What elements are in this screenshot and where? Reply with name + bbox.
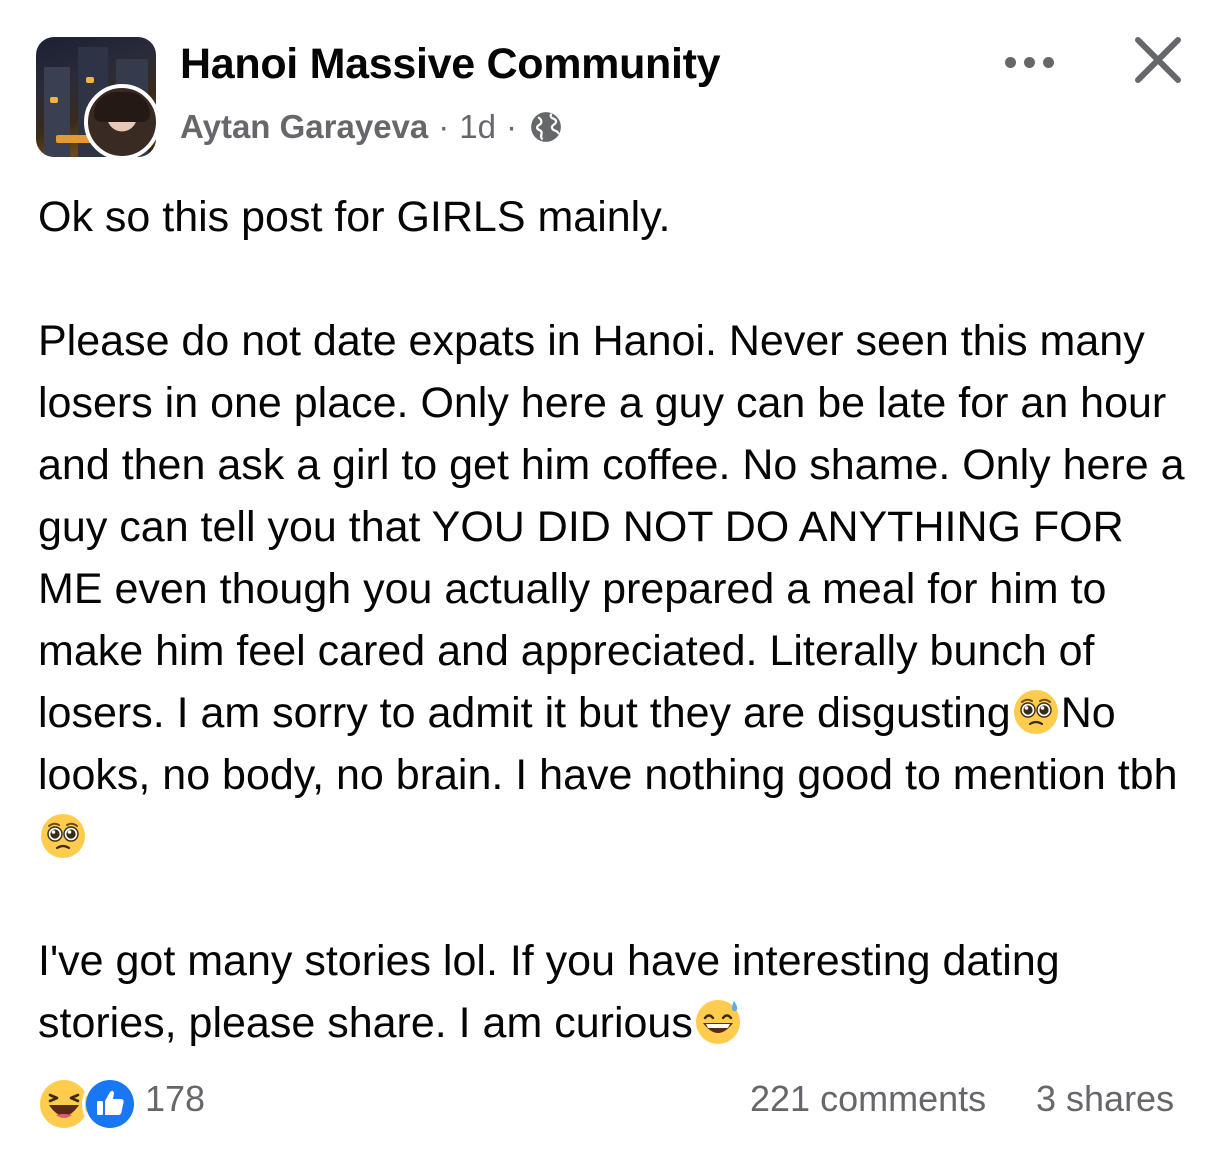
reaction-icons[interactable] [36, 1074, 138, 1132]
globe-icon [531, 112, 561, 142]
post-time[interactable]: 1d [459, 108, 496, 146]
post-header: Hanoi Massive Community Aytan Garayeva ·… [0, 0, 1220, 170]
author-avatar[interactable] [84, 84, 160, 160]
grinning-face-with-sweat-emoji-icon [695, 1000, 740, 1044]
pleading-face-emoji-icon [1013, 690, 1058, 734]
post-meta: Aytan Garayeva · 1d · [180, 105, 563, 149]
close-icon[interactable] [1128, 30, 1188, 90]
more-options-icon [1023, 56, 1035, 68]
meta-separator: · [438, 108, 450, 145]
more-options-icon [1004, 56, 1016, 68]
more-options-button[interactable] [996, 42, 1062, 82]
post-footer: 178 221 comments 3 shares [0, 1070, 1220, 1132]
pleading-face-emoji-icon [41, 814, 85, 858]
group-name[interactable]: Hanoi Massive Community [180, 40, 721, 89]
post-text-segment: Ok so this post for GIRLS mainly. [38, 193, 671, 241]
post-text-segment: Please do not date expats in Hanoi. Neve… [38, 317, 1197, 737]
like-reaction-icon [82, 1076, 138, 1132]
window-light [50, 97, 58, 103]
reaction-count[interactable]: 178 [145, 1078, 205, 1120]
post-paragraph: Please do not date expats in Hanoi. Neve… [38, 310, 1198, 868]
comments-count[interactable]: 221 comments [750, 1078, 986, 1120]
author-name[interactable]: Aytan Garayeva [180, 108, 428, 146]
avatar-hair [94, 92, 150, 122]
window-light [86, 77, 94, 83]
post-text: Ok so this post for GIRLS mainly. Please … [38, 186, 1198, 1054]
building-shape [44, 67, 70, 157]
meta-separator: · [505, 108, 517, 145]
post-paragraph: Ok so this post for GIRLS mainly. [38, 186, 1198, 248]
post-paragraph: I've got many stories lol. If you have i… [38, 930, 1198, 1054]
shares-count[interactable]: 3 shares [1036, 1078, 1174, 1120]
post-text-segment: I've got many stories lol. If you have i… [38, 937, 1072, 1047]
more-options-icon [1042, 56, 1054, 68]
